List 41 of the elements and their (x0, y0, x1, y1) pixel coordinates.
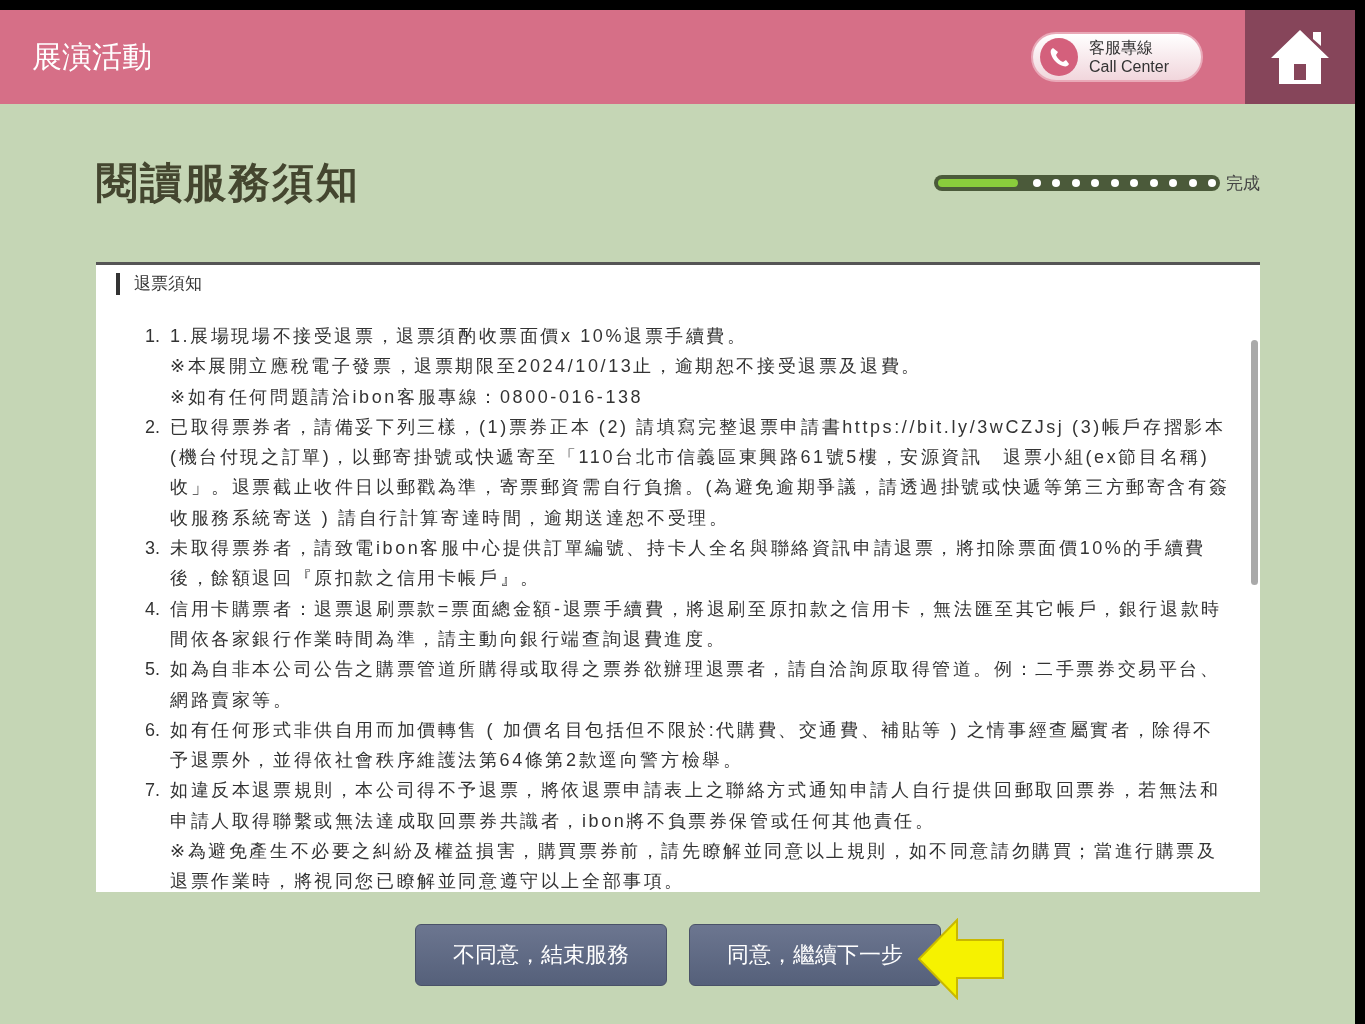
action-button[interactable]: 不同意，結束服務 (415, 924, 667, 986)
step-dot (1052, 179, 1060, 187)
home-icon (1269, 28, 1331, 86)
scrollbar-thumb[interactable] (1251, 340, 1258, 585)
call-center-button[interactable]: 客服專線 Call Center (1031, 32, 1203, 82)
step-dot (1032, 179, 1041, 187)
notice-paragraph: 如為自非本公司公告之購票管道所購得或取得之票券欲辦理退票者，請自洽詢原取得管道。例：二手票券交易平台、網路賣家等。 (170, 658, 1222, 712)
item-number: 6. (144, 718, 161, 742)
notice-paragraph: 已取得票券者，請備妥下列三樣，(1)票券正本 (2) 請填寫完整退票申請書https://bit.ly/3wCZJsj (3)帳戶存摺影本(機台付現之訂單)，以郵寄掛號或快遞寄至「110台北市信義區東興路61號5樓，安源資訊 退票小組(ex節目名稱)收」。退票截止收件日以郵戳為準，寄票郵資需自行負擔。(為避免逾期爭議，請透過掛號或快遞等第三方郵寄含有簽收服務系統寄送 ) 請自行計算寄達時間，逾期送達恕不受理。 (170, 415, 1230, 530)
notice-paragraph: ※為避免產生不必要之糾紛及權益損害，購買票券前，請先瞭解並同意以上規則，如不同意請勿購買；當進行購票及退票作業時，將視同您已瞭解並同意遵守以上全部事項。 (170, 840, 1219, 892)
item-number: 3. (144, 537, 161, 561)
notice-paragraph: 如違反本退票規則，本公司得不予退票，將依退票申請表上之聯絡方式通知申請人自行提供回郵取回票券，若無法和申請人取得聯繫或無法達成取回票券共識者，ibon將不負票券保管或任何其他責任。 (170, 779, 1222, 833)
home-button[interactable] (1245, 10, 1355, 104)
step-dot (1188, 179, 1197, 187)
item-number: 5. (144, 658, 161, 682)
call-center-label: Call Center (1089, 57, 1170, 76)
phone-icon (1039, 37, 1079, 77)
step-dot (1110, 179, 1119, 187)
item-number: 1. (144, 325, 161, 348)
pointing-arrow-icon (917, 918, 1005, 1000)
progress-end-label: 完成 (1226, 172, 1260, 195)
notice-paragraph: ※本展開立應稅電子發票，退票期限至2024/10/13止，逾期恕不接受退票及退費。 (170, 355, 922, 379)
step-dot (1071, 179, 1080, 187)
step-dot (1208, 179, 1216, 187)
step-dot (1169, 179, 1177, 187)
call-center-label: 客服專線 (1089, 38, 1154, 57)
notice-paragraph: 信用卡購票者：退票退刷票款=票面總金額-退票手續費，將退刷至原扣款之信用卡，無法匯至其它帳戶，銀行退款時間依各家銀行作業時間為準，請主動向銀行端查詢退費進度。 (170, 597, 1223, 651)
page-title: 閱讀服務須知 (96, 158, 360, 208)
notice-paragraph: ※如有任何問題請洽ibon客服專線：0800-016-138 (170, 385, 645, 409)
item-number: 2. (144, 415, 161, 439)
item-number: 4. (144, 597, 161, 621)
item-number: 7. (144, 779, 161, 803)
notice-heading: 退票須知 (116, 273, 1230, 295)
step-dot (1149, 179, 1158, 187)
notice-paragraph: 如有任何形式非供自用而加價轉售 ( 加價名目包括但不限於:代購費、交通費、補貼等 ) 之情事經查屬實者，除得不予退票外，並得依社會秩序維護法第64條第2款逕向警方檢舉。 (170, 718, 1215, 773)
header-title: 展演活動 (32, 38, 153, 75)
step-dot (1091, 179, 1099, 187)
step-dot (1130, 179, 1138, 187)
notice-paragraph: 未取得票券者，請致電ibon客服中心提供訂單編號、持卡人全名與聯絡資訊申請退票，將扣除票面價10%的手續費後，餘額退回『原扣款之信用卡帳戶』。 (170, 537, 1207, 591)
notice-paragraph: 1.展場現場不接受退票，退票須酌收票面價x 10%退票手續費。 (170, 325, 749, 348)
action-button[interactable]: 同意，繼續下一步 (689, 924, 941, 986)
